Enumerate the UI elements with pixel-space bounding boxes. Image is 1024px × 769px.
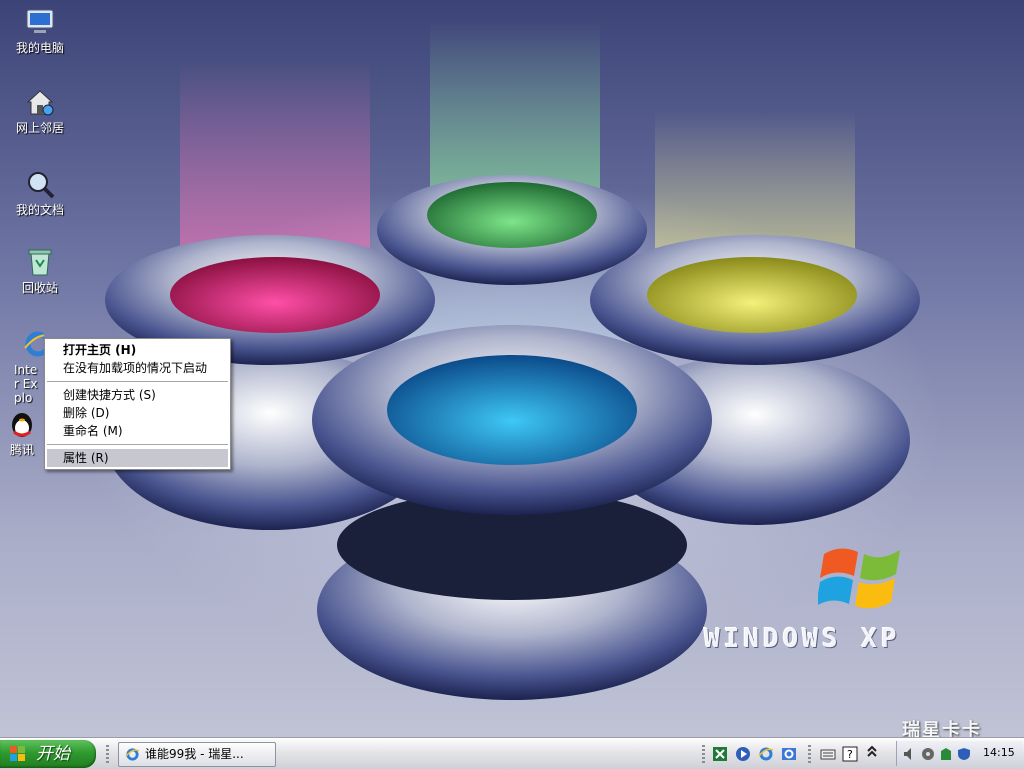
security-icon[interactable]: [939, 747, 953, 761]
desktop-icon-label: 我的文档: [15, 203, 64, 217]
taskbar-grip[interactable]: [808, 745, 811, 763]
desktop-icon-network-places[interactable]: 网上邻居: [0, 86, 80, 135]
qq-penguin-icon: [12, 413, 32, 437]
excel-icon[interactable]: [712, 746, 728, 762]
menu-item-open-homepage[interactable]: 打开主页 (H): [45, 341, 230, 359]
start-label: 开始: [36, 744, 70, 764]
desktop-icon-label: 网上邻居: [15, 121, 64, 135]
ie-icon: [125, 748, 140, 761]
network-places-icon: [26, 90, 54, 116]
desktop-context-menu: 打开主页 (H) 在没有加载项的情况下启动 创建快捷方式 (S) 删除 (D) …: [44, 338, 231, 470]
my-documents-icon: [28, 172, 55, 199]
internet-explorer-icon: [24, 331, 44, 357]
taskbar-window-title: 谁能99我 - 瑞星...: [145, 747, 244, 761]
desktop-icon-my-computer[interactable]: 我的电脑: [0, 6, 80, 55]
desktop-icon-label: 腾讯: [9, 443, 34, 457]
antivirus-icon[interactable]: [957, 747, 971, 761]
windows-xp-wordmark: WINDOWS XP: [704, 624, 901, 654]
svg-text:?: ?: [847, 748, 853, 761]
taskbar-grip[interactable]: [106, 745, 109, 763]
menu-item-delete[interactable]: 删除 (D): [45, 404, 230, 422]
start-button[interactable]: 开始: [0, 740, 96, 768]
taskbar-window-button[interactable]: 谁能99我 - 瑞星...: [118, 742, 276, 767]
windows-flag-logo: [818, 548, 900, 609]
desktop-icon-my-documents[interactable]: 我的文档: [0, 168, 80, 217]
keyboard-icon[interactable]: [820, 746, 836, 762]
menu-item-rename[interactable]: 重命名 (M): [45, 422, 230, 440]
ie-icon[interactable]: [758, 746, 774, 762]
desktop-icon-label: Inter Explo: [14, 363, 38, 405]
chevron-up-icon[interactable]: [864, 743, 880, 759]
menu-separator: [47, 381, 228, 382]
desktop-icon-label: 回收站: [21, 281, 58, 295]
system-tray: 14:15: [896, 741, 1023, 766]
my-computer-icon: [26, 9, 54, 33]
outlook-icon[interactable]: [781, 746, 797, 762]
menu-separator: [47, 444, 228, 445]
menu-item-create-shortcut[interactable]: 创建快捷方式 (S): [45, 386, 230, 404]
help-icon[interactable]: ?: [842, 746, 858, 762]
desktop-icon-recycle-bin[interactable]: 回收站: [0, 246, 80, 295]
network-icon[interactable]: [921, 747, 935, 761]
windows-flag-icon: [10, 746, 25, 761]
volume-icon[interactable]: [903, 747, 917, 761]
media-player-icon[interactable]: [735, 746, 751, 762]
clock[interactable]: 14:15: [983, 746, 1015, 759]
taskbar-grip[interactable]: [702, 745, 705, 763]
desktop-icon-internet-explorer[interactable]: Inter Explo: [0, 328, 44, 405]
desktop-icon-qq[interactable]: 腾讯: [0, 408, 44, 457]
recycle-bin-icon: [28, 249, 52, 276]
menu-item-properties[interactable]: 属性 (R): [47, 449, 228, 467]
taskbar: 开始 谁能99我 - 瑞星... ? 14:15: [0, 738, 1024, 769]
desktop-icon-label: 我的电脑: [15, 41, 64, 55]
menu-item-start-without-addons[interactable]: 在没有加载项的情况下启动: [45, 359, 230, 377]
